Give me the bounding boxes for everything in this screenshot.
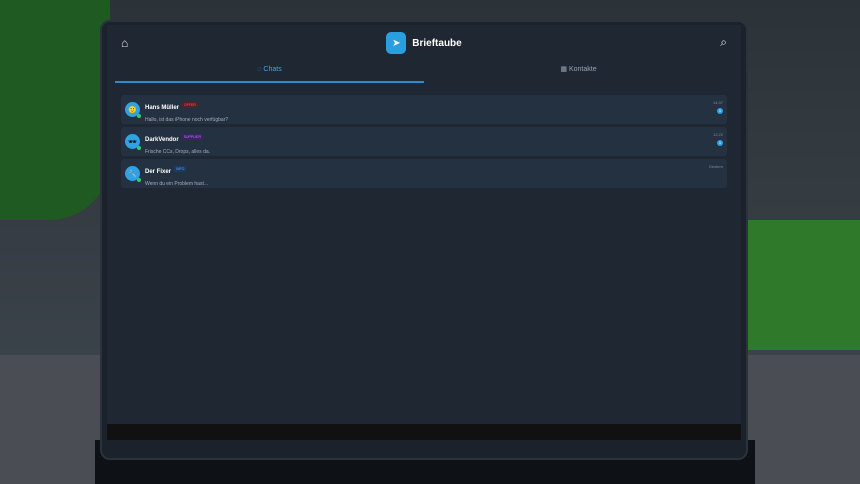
chat-name: DarkVendor — [145, 137, 179, 143]
chat-time: 14:37 — [713, 100, 723, 105]
tab-label: Chats — [263, 66, 281, 73]
online-indicator — [137, 178, 141, 182]
app-title: Brieftaube — [412, 38, 461, 49]
tab-bar: ◌ Chats ▦ Kontakte — [115, 61, 733, 83]
chat-item-hans-mueller[interactable]: 🙂 Hans MüllerOFFER Hallo, ist das iPhone… — [121, 95, 727, 124]
chat-item-darkvendor[interactable]: 🕶 DarkVendorSUPPLIER Frische CCs, Drops,… — [121, 127, 727, 156]
chat-preview: Hallo, ist das iPhone noch verfügbar? — [145, 117, 228, 123]
chat-list: 🙂 Hans MüllerOFFER Hallo, ist das iPhone… — [107, 83, 741, 188]
chat-name: Der Fixer — [145, 169, 171, 175]
laptop: ⌂ ➤ Brieftaube ⌕ ◌ Chats ▦ Kontakte 🙂 Ha… — [100, 20, 748, 460]
chat-name: Hans Müller — [145, 105, 179, 111]
avatar: 🙂 — [125, 102, 140, 117]
online-indicator — [137, 114, 141, 118]
chat-item-der-fixer[interactable]: 🔧 Der FixerINFO Wenn du ein Problem hast… — [121, 159, 727, 188]
chat-time: Gestern — [709, 164, 723, 169]
telegram-logo-icon: ➤ — [386, 32, 406, 54]
avatar-emoji: 🕶 — [128, 138, 137, 146]
avatar: 🕶 — [125, 134, 140, 149]
background-grass — [735, 220, 860, 350]
avatar-emoji: 🙂 — [128, 106, 137, 114]
online-indicator — [137, 146, 141, 150]
avatar: 🔧 — [125, 166, 140, 181]
unread-count: 1 — [717, 108, 723, 114]
chat-preview: Frische CCs, Drops, alles da. — [145, 149, 210, 155]
chat-badge: INFO — [174, 166, 186, 172]
home-icon[interactable]: ⌂ — [121, 36, 128, 50]
background-tree — [0, 0, 110, 220]
chat-time: 12:22 — [713, 132, 723, 137]
avatar-emoji: 🔧 — [128, 170, 137, 178]
tab-label: Kontakte — [569, 66, 597, 73]
app-header: ⌂ ➤ Brieftaube ⌕ — [107, 25, 741, 61]
app-screen: ⌂ ➤ Brieftaube ⌕ ◌ Chats ▦ Kontakte 🙂 Ha… — [107, 25, 741, 440]
chat-preview: Wenn du ein Problem hast... — [145, 181, 208, 187]
contacts-icon: ▦ — [560, 66, 569, 73]
chat-badge: OFFER — [182, 102, 198, 108]
tab-contacts[interactable]: ▦ Kontakte — [424, 61, 733, 83]
chat-badge: SUPPLIER — [182, 134, 203, 140]
screen-bottom-bar — [107, 424, 741, 440]
tab-chats[interactable]: ◌ Chats — [115, 61, 424, 83]
unread-count: 1 — [717, 140, 723, 146]
search-icon[interactable]: ⌕ — [720, 35, 727, 50]
